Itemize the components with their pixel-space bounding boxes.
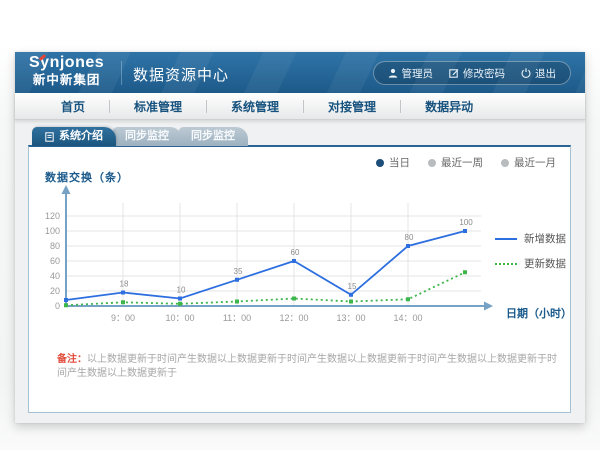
legend-item-new-data[interactable]: 新增数据 — [495, 231, 566, 246]
divider — [121, 61, 122, 85]
svg-text:35: 35 — [234, 267, 243, 276]
dotted-line-swatch-icon — [495, 263, 517, 265]
svg-text:0: 0 — [55, 301, 60, 311]
svg-text:10: 10 — [177, 286, 186, 295]
footnote-text: 以上数据更新于时间产生数据以上数据更新于时间产生数据以上数据更新于时间产生数据以… — [57, 354, 557, 379]
period-filter: 当日 最近一周 最近一月 — [376, 155, 556, 170]
nav-item-standard-mgmt[interactable]: 标准管理 — [110, 98, 206, 115]
nav-item-system-mgmt[interactable]: 系统管理 — [207, 98, 303, 115]
svg-text:14：00: 14：00 — [393, 313, 422, 323]
svg-text:60: 60 — [50, 256, 60, 266]
tab-sync-monitor-2[interactable]: 同步监控 — [178, 127, 248, 146]
page-title: 数据资源中心 — [133, 64, 229, 85]
svg-text:20: 20 — [50, 286, 60, 296]
edit-icon — [449, 68, 459, 78]
power-icon — [521, 68, 531, 78]
svg-text:13：00: 13：00 — [336, 313, 365, 323]
company-logo: Synjones 新中新集团 — [29, 55, 104, 87]
legend-item-updated-data[interactable]: 更新数据 — [495, 256, 566, 271]
svg-text:12：00: 12：00 — [279, 313, 308, 323]
chart-legend: 新增数据 更新数据 — [495, 231, 566, 271]
x-axis-label: 日期（小时） — [506, 305, 572, 321]
svg-text:11：00: 11：00 — [223, 313, 251, 323]
svg-text:80: 80 — [50, 241, 60, 251]
svg-text:10：00: 10：00 — [165, 313, 194, 323]
tab-system-intro[interactable]: 系统介绍 — [32, 127, 116, 146]
logout-button[interactable]: 退出 — [521, 66, 556, 81]
svg-text:100: 100 — [459, 218, 473, 227]
logo-english-text: Synjones — [29, 55, 104, 71]
svg-text:100: 100 — [45, 226, 60, 236]
radio-icon — [501, 159, 509, 167]
radio-today[interactable]: 当日 — [376, 155, 410, 170]
svg-text:40: 40 — [50, 271, 60, 281]
svg-text:9：00: 9：00 — [111, 313, 135, 323]
footnote: 备注：以上数据更新于时间产生数据以上数据更新于时间产生数据以上数据更新于时间产生… — [57, 353, 562, 381]
logo-chinese-text: 新中新集团 — [29, 74, 104, 87]
document-icon — [45, 132, 54, 142]
change-password-button[interactable]: 修改密码 — [449, 66, 505, 81]
svg-text:15: 15 — [348, 282, 357, 291]
svg-text:18: 18 — [120, 280, 129, 289]
exchange-chart: 0 20 40 60 80 100 120 9：00 10：00 11：00 12：00 13：00 1… — [37, 183, 499, 335]
radio-icon — [376, 159, 384, 167]
app-header: Synjones 新中新集团 数据资源中心 管理员 修改密码 退出 — [15, 52, 585, 93]
solid-line-swatch-icon — [495, 238, 517, 240]
radio-last-month[interactable]: 最近一月 — [501, 155, 556, 170]
nav-item-interface-mgmt[interactable]: 对接管理 — [304, 98, 400, 115]
main-nav: 首页 标准管理 系统管理 对接管理 数据异动 — [15, 93, 585, 120]
user-icon — [388, 68, 398, 78]
tab-bar: 系统介绍 同步监控 同步监控 — [32, 127, 248, 146]
svg-text:80: 80 — [405, 233, 414, 242]
svg-text:120: 120 — [45, 211, 60, 221]
admin-user-button[interactable]: 管理员 — [388, 66, 434, 81]
radio-last-week[interactable]: 最近一周 — [428, 155, 483, 170]
svg-text:60: 60 — [291, 248, 300, 257]
radio-icon — [428, 159, 436, 167]
page-window: Synjones 新中新集团 数据资源中心 管理员 修改密码 退出 首页 标准管… — [15, 52, 585, 423]
nav-item-home[interactable]: 首页 — [37, 98, 109, 115]
tab-sync-monitor-1[interactable]: 同步监控 — [112, 127, 182, 146]
nav-item-data-change[interactable]: 数据异动 — [401, 98, 497, 115]
footnote-prefix: 备注： — [57, 354, 87, 365]
user-menu: 管理员 修改密码 退出 — [373, 61, 572, 85]
content-panel: 当日 最近一周 最近一月 数据交换（条） 0204060801001209：00… — [28, 145, 571, 413]
